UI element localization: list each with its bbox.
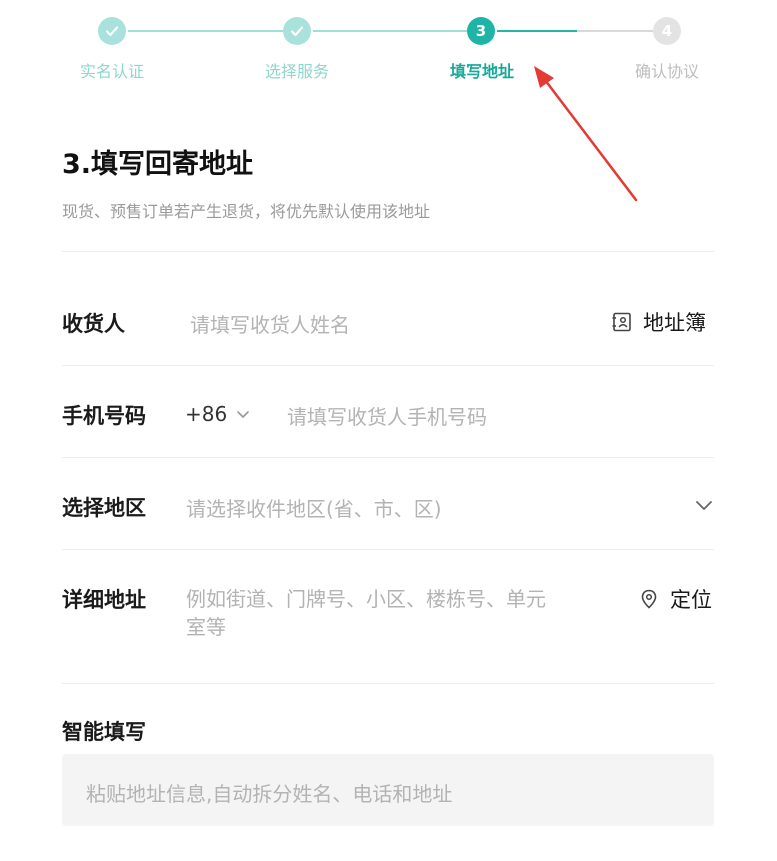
region-chevron-down-icon[interactable]	[693, 494, 715, 516]
phone-label: 手机号码	[62, 404, 146, 428]
region-select[interactable]: 请选择收件地区(省、市、区)	[186, 493, 442, 522]
step-connector-1	[128, 30, 283, 32]
page-title: 3.填写回寄地址	[62, 149, 254, 180]
row-divider-4	[62, 683, 714, 684]
address-book-icon	[612, 312, 631, 332]
annotation-arrow-icon	[534, 66, 638, 202]
step-connector-2	[313, 30, 467, 32]
country-code-value: +86	[185, 402, 228, 426]
header-divider	[62, 251, 714, 252]
recipient-name-input[interactable]: 请填写收货人姓名	[190, 309, 350, 338]
row-divider-3	[62, 549, 714, 550]
phone-number-input[interactable]: 请填写收货人手机号码	[287, 401, 487, 430]
smart-fill-placeholder: 粘贴地址信息,自动拆分姓名、电话和地址	[86, 782, 453, 806]
step-3-label: 填写地址	[449, 62, 515, 81]
chevron-down-icon	[237, 411, 250, 418]
step-connector-3-active	[497, 30, 577, 32]
step-1-check-icon	[98, 17, 126, 45]
progress-stepper: 3 4 实名认证 选择服务 填写地址 确认协议	[0, 0, 777, 90]
step-connector-3-pending	[577, 30, 653, 32]
step-3-number: 3	[467, 17, 495, 45]
address-book-label: 地址簿	[643, 311, 706, 335]
step-4-number: 4	[653, 17, 681, 45]
row-divider-2	[62, 457, 714, 458]
step-2-label: 选择服务	[264, 62, 330, 81]
locate-label: 定位	[670, 588, 712, 612]
detail-address-label: 详细地址	[62, 588, 146, 612]
smart-fill-title: 智能填写	[62, 720, 146, 744]
region-label: 选择地区	[62, 496, 146, 520]
row-divider-1	[62, 365, 714, 366]
detail-address-placeholder-line2: 室等	[186, 615, 226, 639]
detail-address-placeholder-line1: 例如街道、门牌号、小区、楼栋号、单元	[186, 587, 546, 611]
location-pin-icon	[641, 589, 657, 609]
address-book-button[interactable]: 地址簿	[611, 307, 706, 337]
step-2-check-icon	[283, 17, 311, 45]
page-subtitle: 现货、预售订单若产生退货，将优先默认使用该地址	[62, 202, 431, 221]
step-1-label: 实名认证	[79, 62, 145, 81]
country-code-select[interactable]: +86	[185, 402, 251, 426]
locate-button[interactable]: 定位	[638, 584, 712, 614]
detail-address-input[interactable]: 例如街道、门牌号、小区、楼栋号、单元 室等	[186, 585, 546, 641]
recipient-label: 收货人	[62, 312, 125, 336]
smart-fill-textarea[interactable]: 粘贴地址信息,自动拆分姓名、电话和地址	[62, 754, 714, 826]
